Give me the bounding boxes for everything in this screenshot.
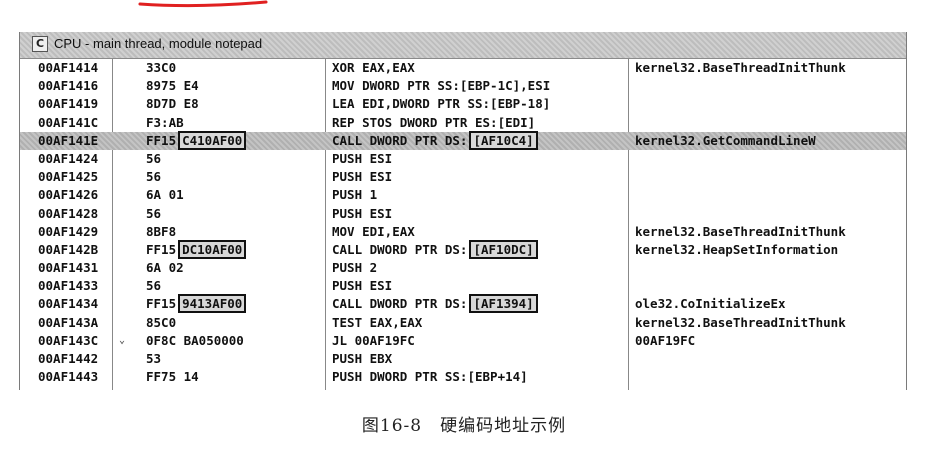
comment-cell: kernel32.BaseThreadInitThunk (635, 314, 846, 330)
disassembly-cell: LEA EDI,DWORD PTR SS:[EBP-18] (332, 96, 551, 112)
disassembly-cell: PUSH ESI (332, 278, 393, 294)
disassembly-cell: PUSH ESI (332, 205, 393, 221)
disassembly-row[interactable]: 00AF143A 85C0 TEST EAX,EAX kernel32.BaseThr… (20, 314, 906, 332)
disassembly-row[interactable]: 00AF1429 8BF8 MOV EDI,EAX kernel32.BaseThre… (20, 223, 906, 241)
comment-cell: kernel32.GetCommandLineW (635, 132, 816, 148)
cpu-window: C CPU - main thread, module notepad 00AF… (19, 32, 907, 390)
address-cell: 00AF1416 (38, 78, 99, 94)
hex-dump-cell: FF75 14 (146, 369, 199, 385)
disassembly-row[interactable]: 00AF1434 FF15 9413AF00 CALL DWORD PTR DS: [A… (20, 294, 906, 314)
address-cell: 00AF143C (38, 332, 99, 348)
address-cell: 00AF1425 (38, 169, 99, 185)
hex-dump-cell: 53 (146, 351, 162, 366)
address-cell: 00AF141C (38, 114, 99, 130)
hex-dump-cell: FF15 C410AF00 (146, 130, 247, 150)
disassembly-row[interactable]: 00AF1433 56 PUSH ESI (20, 277, 906, 295)
window-titlebar[interactable]: C CPU - main thread, module notepad (20, 32, 906, 59)
disassembly-cell: PUSH ESI (332, 169, 393, 185)
disassembly-cell: REP STOS DWORD PTR ES:[EDI] (332, 114, 536, 130)
hex-dump-cell: 56 (146, 205, 162, 221)
disassembly-cell: JL 00AF19FC (332, 332, 415, 348)
hardcoded-address-highlight: [AF10C4] (469, 130, 538, 150)
disassembly-row[interactable]: 00AF143C ⌄ 0F8C BA050000 JL 00AF19FC 00AF19F… (20, 332, 906, 350)
hex-dump-cell: 8BF8 (146, 223, 177, 239)
address-cell: 00AF1419 (38, 96, 99, 112)
disassembly-cell: CALL DWORD PTR DS: [AF10DC] (332, 239, 538, 259)
disassembly-cell: CALL DWORD PTR DS: [AF10C4] (332, 130, 538, 150)
disassembly-row[interactable]: 00AF1424 56 PUSH ESI (20, 150, 906, 168)
disassembly-row[interactable]: 00AF1442 53 PUSH EBX (20, 350, 906, 368)
red-pen-mark (138, 0, 268, 8)
hardcoded-address-highlight: DC10AF00 (178, 239, 247, 259)
hex-dump-cell: 56 (146, 169, 162, 185)
disassembly-row[interactable]: 00AF1414 33C0 XOR EAX,EAX kernel32.BaseThre… (20, 59, 906, 77)
address-cell: 00AF1434 (38, 296, 99, 312)
hardcoded-address-highlight: [AF10DC] (469, 239, 538, 259)
disassembly-cell: PUSH DWORD PTR SS:[EBP+14] (332, 369, 528, 385)
disassembly-row[interactable]: 00AF1431 6A 02 PUSH 2 (20, 259, 906, 277)
address-cell: 00AF1431 (38, 260, 99, 276)
disassembly-cell: PUSH EBX (332, 351, 393, 366)
figure-caption: 图16-8 硬编码地址示例 (361, 416, 567, 436)
disassembly-cell: PUSH ESI (332, 150, 393, 166)
hex-dump-cell: 33C0 (146, 60, 177, 75)
jump-arrow-icon: ⌄ (119, 334, 126, 346)
address-cell: 00AF1429 (38, 223, 99, 239)
disassembly-cell: MOV EDI,EAX (332, 223, 415, 239)
hex-dump-cell: 56 (146, 150, 162, 166)
disassembly-row[interactable]: 00AF142B FF15 DC10AF00 CALL DWORD PTR DS: [A… (20, 239, 906, 259)
disassembly-cell: PUSH 1 (332, 187, 378, 203)
comment-cell: kernel32.BaseThreadInitThunk (635, 223, 846, 239)
selected-disassembly-row[interactable]: 00AF141E FF15 C410AF00 CALL DWORD PTR DS: [A… (20, 130, 906, 150)
disassembly-row[interactable]: 00AF1426 6A 01 PUSH 1 (20, 186, 906, 204)
hex-dump-cell: 6A 02 (146, 260, 184, 276)
hex-dump-cell: FF15 DC10AF00 (146, 239, 247, 259)
address-cell: 00AF1442 (38, 351, 99, 366)
comment-cell: ole32.CoInitializeEx (635, 296, 786, 312)
hex-dump-cell: 8975 E4 (146, 78, 199, 94)
window-title: CPU - main thread, module notepad (54, 36, 263, 51)
hex-dump-cell: FF15 9413AF00 (146, 294, 247, 314)
hex-dump-cell: F3:AB (146, 114, 184, 130)
disassembly-cell: CALL DWORD PTR DS: [AF1394] (332, 294, 538, 314)
hardcoded-address-highlight: [AF1394] (469, 294, 538, 314)
disassembly-row[interactable]: 00AF1425 56 PUSH ESI (20, 168, 906, 186)
comment-cell: kernel32.HeapSetInformation (635, 241, 839, 257)
disassembly-row[interactable]: 00AF1416 8975 E4 MOV DWORD PTR SS:[EBP-1C]… (20, 77, 906, 95)
disassembly-row[interactable]: 00AF1419 8D7D E8 LEA EDI,DWORD PTR SS:[EBP… (20, 95, 906, 113)
disassembly-row[interactable]: 00AF1428 56 PUSH ESI (20, 205, 906, 223)
hex-dump-cell: 6A 01 (146, 187, 184, 203)
disassembly-cell: MOV DWORD PTR SS:[EBP-1C],ESI (332, 78, 551, 94)
address-cell: 00AF141E (38, 132, 99, 148)
address-cell: 00AF142B (38, 241, 99, 257)
hex-dump-cell: 85C0 (146, 314, 177, 330)
hardcoded-address-highlight: 9413AF00 (178, 294, 247, 314)
hex-dump-cell: 56 (146, 278, 162, 294)
address-cell: 00AF1443 (38, 369, 99, 385)
disassembly-cell: PUSH 2 (332, 260, 378, 276)
cpu-window-icon: C (32, 36, 48, 52)
hex-dump-cell: 0F8C BA050000 (146, 332, 244, 348)
address-cell: 00AF1428 (38, 205, 99, 221)
disassembly-cell: XOR EAX,EAX (332, 60, 415, 75)
hex-dump-cell: 8D7D E8 (146, 96, 199, 112)
address-cell: 00AF1426 (38, 187, 99, 203)
hardcoded-address-highlight: C410AF00 (178, 130, 247, 150)
disassembly-row[interactable]: 00AF1443 FF75 14 PUSH DWORD PTR SS:[EBP+14… (20, 368, 906, 386)
disassembly-cell: TEST EAX,EAX (332, 314, 423, 330)
address-cell: 00AF1433 (38, 278, 99, 294)
address-cell: 00AF143A (38, 314, 99, 330)
disassembly-grid[interactable]: 00AF1414 33C0 XOR EAX,EAX kernel32.BaseThre… (20, 59, 906, 386)
address-cell: 00AF1424 (38, 150, 99, 166)
comment-cell: kernel32.BaseThreadInitThunk (635, 60, 846, 75)
address-cell: 00AF1414 (38, 60, 99, 75)
disassembly-row[interactable]: 00AF141C F3:AB REP STOS DWORD PTR ES:[EDI] (20, 114, 906, 132)
comment-cell: 00AF19FC (635, 332, 696, 348)
